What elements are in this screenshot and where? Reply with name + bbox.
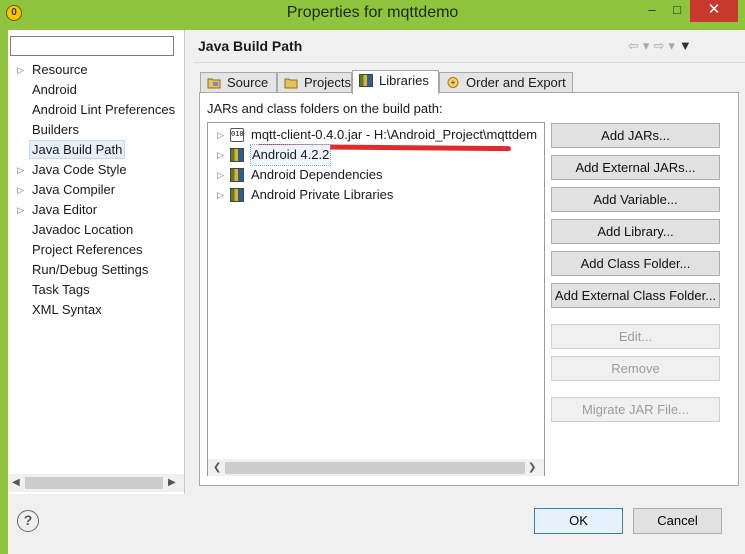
minimize-button[interactable]: – [640,0,664,22]
expand-arrow-icon[interactable]: ▷ [217,125,224,145]
scrollbar-thumb[interactable] [25,477,163,489]
tab-projects[interactable]: Projects [277,72,352,93]
nav-item-label: Java Build Path [28,140,126,159]
nav-item-label: XML Syntax [32,302,102,317]
build-path-label: JARs and class folders on the build path… [207,101,443,116]
add-jars-button[interactable]: Add JARs... [551,123,720,148]
view-menu-icon[interactable]: ▼ [679,38,696,53]
nav-item-label: Builders [32,122,79,137]
scroll-left-icon[interactable]: ❮ [213,462,221,473]
scroll-left-icon[interactable]: ◀ [12,477,20,488]
cancel-button[interactable]: Cancel [633,508,722,534]
migrate-jar-button[interactable]: Migrate JAR File... [551,397,720,422]
nav-horizontal-scrollbar[interactable]: ◀ ▶ [8,474,184,492]
jar-icon: 010 [230,128,244,142]
ok-button[interactable]: OK [534,508,623,534]
remove-button[interactable]: Remove [551,356,720,381]
dialog-client: ▷ Resource Android Android Lint Preferen… [8,30,745,554]
nav-item-label: Java Editor [32,202,98,217]
window-title: Properties for mqttdemo [286,4,459,21]
filter-input[interactable] [10,36,174,56]
nav-item-builders[interactable]: Builders [8,120,184,140]
add-class-folder-button[interactable]: Add Class Folder... [551,251,720,276]
edit-button[interactable]: Edit... [551,324,720,349]
nav-item-android[interactable]: Android [8,80,184,100]
nav-item-label: Javadoc Location [32,222,134,237]
nav-item-javadoc-location[interactable]: Javadoc Location [8,220,184,240]
nav-item-label: Android [32,82,77,97]
tab-label: Source [227,75,269,90]
expand-arrow-icon[interactable]: ▷ [17,180,24,200]
left-navigation-pane: ▷ Resource Android Android Lint Preferen… [8,30,185,494]
tab-source[interactable]: Source [200,72,277,93]
source-folder-icon [207,78,221,89]
nav-item-label: Resource [32,62,88,77]
nav-item-label: Task Tags [32,282,90,297]
library-icon [230,168,244,182]
back-arrow-icon[interactable]: ⇦ [628,38,643,53]
tab-libraries[interactable]: Libraries [352,70,439,94]
build-path-tree[interactable]: ▷ 010 mqtt-client-0.4.0.jar - H:\Android… [207,122,545,476]
tab-label: Order and Export [466,75,566,90]
tree-horizontal-scrollbar[interactable]: ❮ ❯ [208,459,544,476]
library-icon [230,148,244,162]
tree-item-label: Android 4.2.2 [249,144,332,166]
title-bar: 0 Properties for mqttdemo – □ ✕ [0,0,745,28]
maximize-button[interactable]: □ [665,0,689,22]
help-icon[interactable]: ? [17,510,39,532]
nav-item-java-editor[interactable]: ▷ Java Editor [8,200,184,220]
add-external-jars-button[interactable]: Add External JARs... [551,155,720,180]
properties-dialog: 0 Properties for mqttdemo – □ ✕ ▷ Resour… [0,0,745,554]
nav-item-label: Android Lint Preferences [32,102,176,117]
forward-arrow-icon[interactable]: ⇨ [653,38,668,53]
nav-item-java-compiler[interactable]: ▷ Java Compiler [8,180,184,200]
scrollbar-thumb[interactable] [225,462,525,474]
forward-dropdown-icon[interactable]: ▾ [668,38,679,53]
expand-arrow-icon[interactable]: ▷ [17,60,24,80]
add-library-button[interactable]: Add Library... [551,219,720,244]
add-external-class-folder-button[interactable]: Add External Class Folder... [551,283,720,308]
tab-order-and-export[interactable]: Order and Export [439,72,573,93]
nav-item-resource[interactable]: ▷ Resource [8,60,184,80]
tab-label: Projects [304,75,351,90]
libraries-icon [359,74,373,87]
order-export-icon [447,77,459,88]
page-navigation: ⇦▾⇨▾▼ [628,38,696,54]
expand-arrow-icon[interactable]: ▷ [17,160,24,180]
tree-item-label: mqtt-client-0.4.0.jar - H:\Android_Proje… [251,127,538,142]
libraries-panel: JARs and class folders on the build path… [199,92,739,486]
nav-item-project-references[interactable]: Project References [8,240,184,260]
nav-item-task-tags[interactable]: Task Tags [8,280,184,300]
scroll-right-icon[interactable]: ❯ [528,462,536,473]
tab-label: Libraries [379,73,429,88]
nav-item-label: Java Compiler [32,182,116,197]
expand-arrow-icon[interactable]: ▷ [217,145,224,165]
nav-item-java-build-path[interactable]: Java Build Path [8,140,184,160]
nav-list: ▷ Resource Android Android Lint Preferen… [8,60,184,320]
nav-item-xml-syntax[interactable]: XML Syntax [8,300,184,320]
project-folder-icon [284,78,298,89]
add-variable-button[interactable]: Add Variable... [551,187,720,212]
nav-item-java-code-style[interactable]: ▷ Java Code Style [8,160,184,180]
expand-arrow-icon[interactable]: ▷ [217,165,224,185]
close-button[interactable]: ✕ [690,0,738,22]
nav-item-label: Project References [32,242,143,257]
tree-item-label: Android Dependencies [251,167,383,182]
nav-item-android-lint-preferences[interactable]: Android Lint Preferences [8,100,184,120]
tree-item-label: Android Private Libraries [251,187,394,202]
nav-item-label: Run/Debug Settings [32,262,149,277]
library-icon [230,188,244,202]
back-dropdown-icon[interactable]: ▾ [643,38,654,53]
header-divider [194,62,745,63]
expand-arrow-icon[interactable]: ▷ [217,185,224,205]
nav-item-label: Java Code Style [32,162,127,177]
page-title: Java Build Path [198,38,303,54]
nav-item-run-debug-settings[interactable]: Run/Debug Settings [8,260,184,280]
expand-arrow-icon[interactable]: ▷ [17,200,24,220]
scroll-right-icon[interactable]: ▶ [168,477,176,488]
